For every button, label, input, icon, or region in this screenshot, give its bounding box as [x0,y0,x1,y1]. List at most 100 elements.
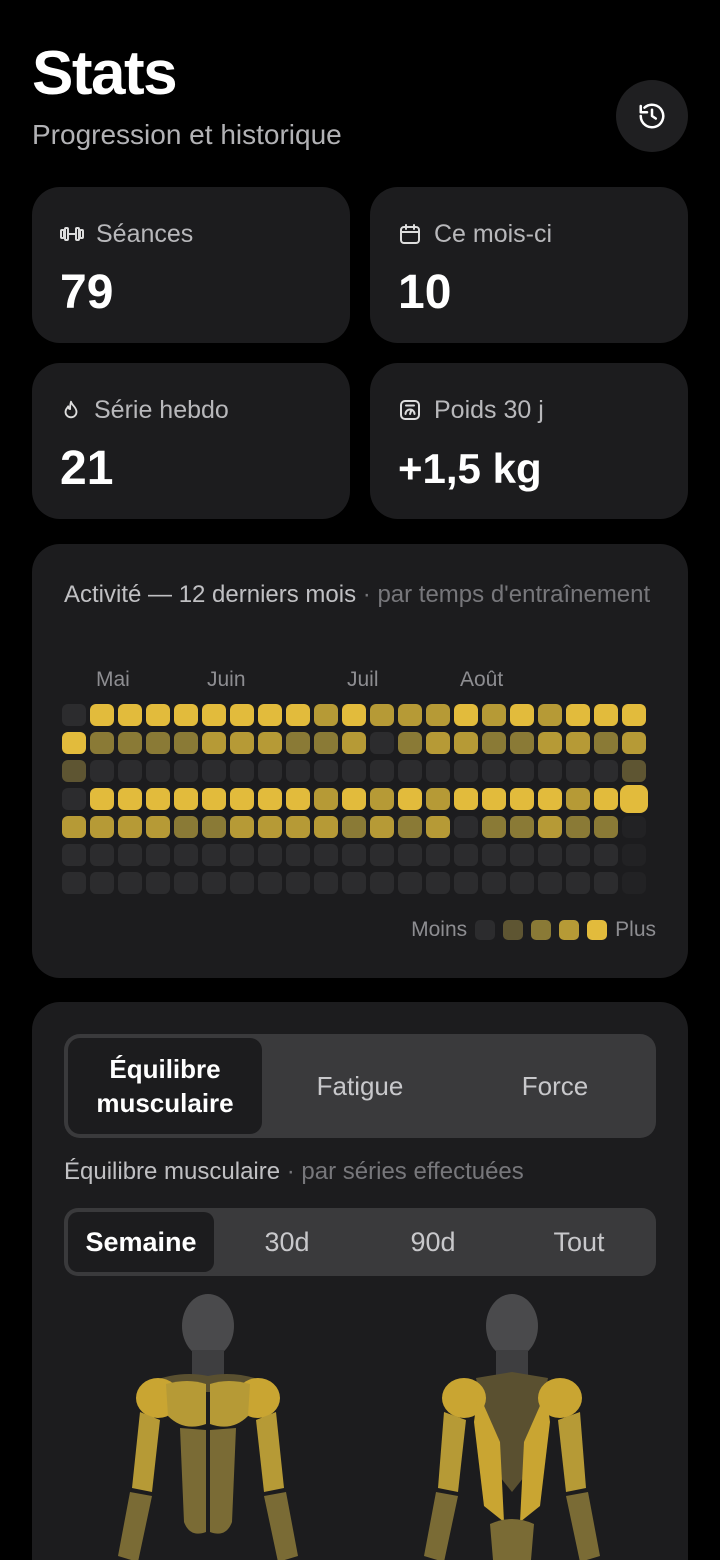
heatmap-cell [398,760,422,782]
heatmap-cell [594,816,618,838]
heatmap-cell [566,872,590,894]
heatmap-cell [118,816,142,838]
front-left-biceps [132,1412,160,1492]
heatmap-cell [118,704,142,726]
history-icon [639,103,665,129]
stat-card-weight: Poids 30 j +1,5 kg [370,363,688,519]
heatmap-cell [202,872,226,894]
heatmap-cell [482,872,506,894]
stat-label: Poids 30 j [434,395,544,424]
stat-value: +1,5 kg [398,445,542,492]
heatmap-cell [62,760,86,782]
heatmap-cell [426,816,450,838]
back-lower [490,1519,534,1560]
heatmap-cell [426,732,450,754]
heatmap-cell [202,732,226,754]
stat-label: Séances [96,219,194,248]
heatmap-cell [90,844,114,866]
heatmap-cell [482,816,506,838]
heatmap-cell [566,704,590,726]
tab-fatigue[interactable]: Fatigue [263,1038,457,1134]
heatmap-cell [90,816,114,838]
heatmap-cell [482,732,506,754]
heatmap-cell [538,816,562,838]
month-labels: Mai Juin Juil Août [64,668,664,698]
heatmap-cell [118,732,142,754]
heatmap-cell [230,732,254,754]
heatmap-cell [90,788,114,810]
front-left-pec [166,1381,206,1427]
dumbbell-icon [60,227,84,241]
period-week[interactable]: Semaine [68,1212,214,1272]
heatmap-cell [314,732,338,754]
legend-more: Plus [615,918,656,941]
heatmap-cell [426,704,450,726]
heatmap-cell [538,732,562,754]
front-right-pec [210,1381,250,1427]
tab-force[interactable]: Force [458,1038,652,1134]
heatmap-cell [398,732,422,754]
heatmap-cell [342,788,366,810]
heatmap-cell [482,760,506,782]
heatmap-cell [342,872,366,894]
front-left-abs [180,1428,206,1534]
heatmap-cell [146,816,170,838]
heatmap-cell [146,760,170,782]
heatmap-cell [258,788,282,810]
heatmap-cell [370,760,394,782]
heatmap-cell [566,788,590,810]
month-label: Août [460,668,504,691]
heatmap-cell [342,704,366,726]
heatmap-cell [398,788,422,810]
history-button[interactable] [616,80,688,152]
heatmap-cell [314,816,338,838]
page-header: Stats Progression et historique [32,38,688,158]
heatmap-cell [286,844,310,866]
section-heading: Équilibre musculaire [64,1158,281,1185]
heatmap-cell [258,760,282,782]
heatmap-cell [230,816,254,838]
heatmap-cell [62,816,86,838]
heatmap-cell [342,732,366,754]
tab-muscle-balance[interactable]: Équilibre musculaire [68,1038,262,1134]
heatmap-cell [314,760,338,782]
heatmap-cell [90,872,114,894]
heatmap-cell [202,844,226,866]
heatmap-cell [118,760,142,782]
front-right-abs [210,1428,236,1534]
heatmap-cell [398,844,422,866]
heatmap-cell [230,872,254,894]
heatmap-cell [118,788,142,810]
heatmap-cell [510,704,534,726]
stat-card-sessions: Séances 79 [32,187,350,343]
heatmap-cell [566,844,590,866]
heatmap-cell [202,788,226,810]
heatmap-cell [622,704,646,726]
heatmap-cell [258,844,282,866]
heatmap-cell [510,732,534,754]
flame-icon [64,400,78,419]
heatmap-cell [230,704,254,726]
heatmap-cell [454,760,478,782]
activity-title: Activité — 12 derniers mois · par temps … [64,578,654,612]
heatmap-cell [174,844,198,866]
heatmap-cell [510,788,534,810]
legend-swatch [475,920,496,940]
heatmap-cell [620,785,648,813]
heatmap-cell [174,788,198,810]
heatmap-cell [454,788,478,810]
heatmap-cell [594,844,618,866]
period-all[interactable]: Tout [506,1212,652,1272]
section-title: Équilibre musculaire · par séries effect… [64,1158,524,1186]
front-head [182,1294,234,1358]
heatmap-cell [62,704,86,726]
heatmap-cell [454,872,478,894]
heatmap-cell [426,872,450,894]
heatmap-cell [538,760,562,782]
heatmap-cell [174,872,198,894]
period-90d[interactable]: 90d [360,1212,506,1272]
heatmap-cell [342,816,366,838]
heatmap-cell [146,844,170,866]
heatmap-cell [538,844,562,866]
period-30d[interactable]: 30d [214,1212,360,1272]
